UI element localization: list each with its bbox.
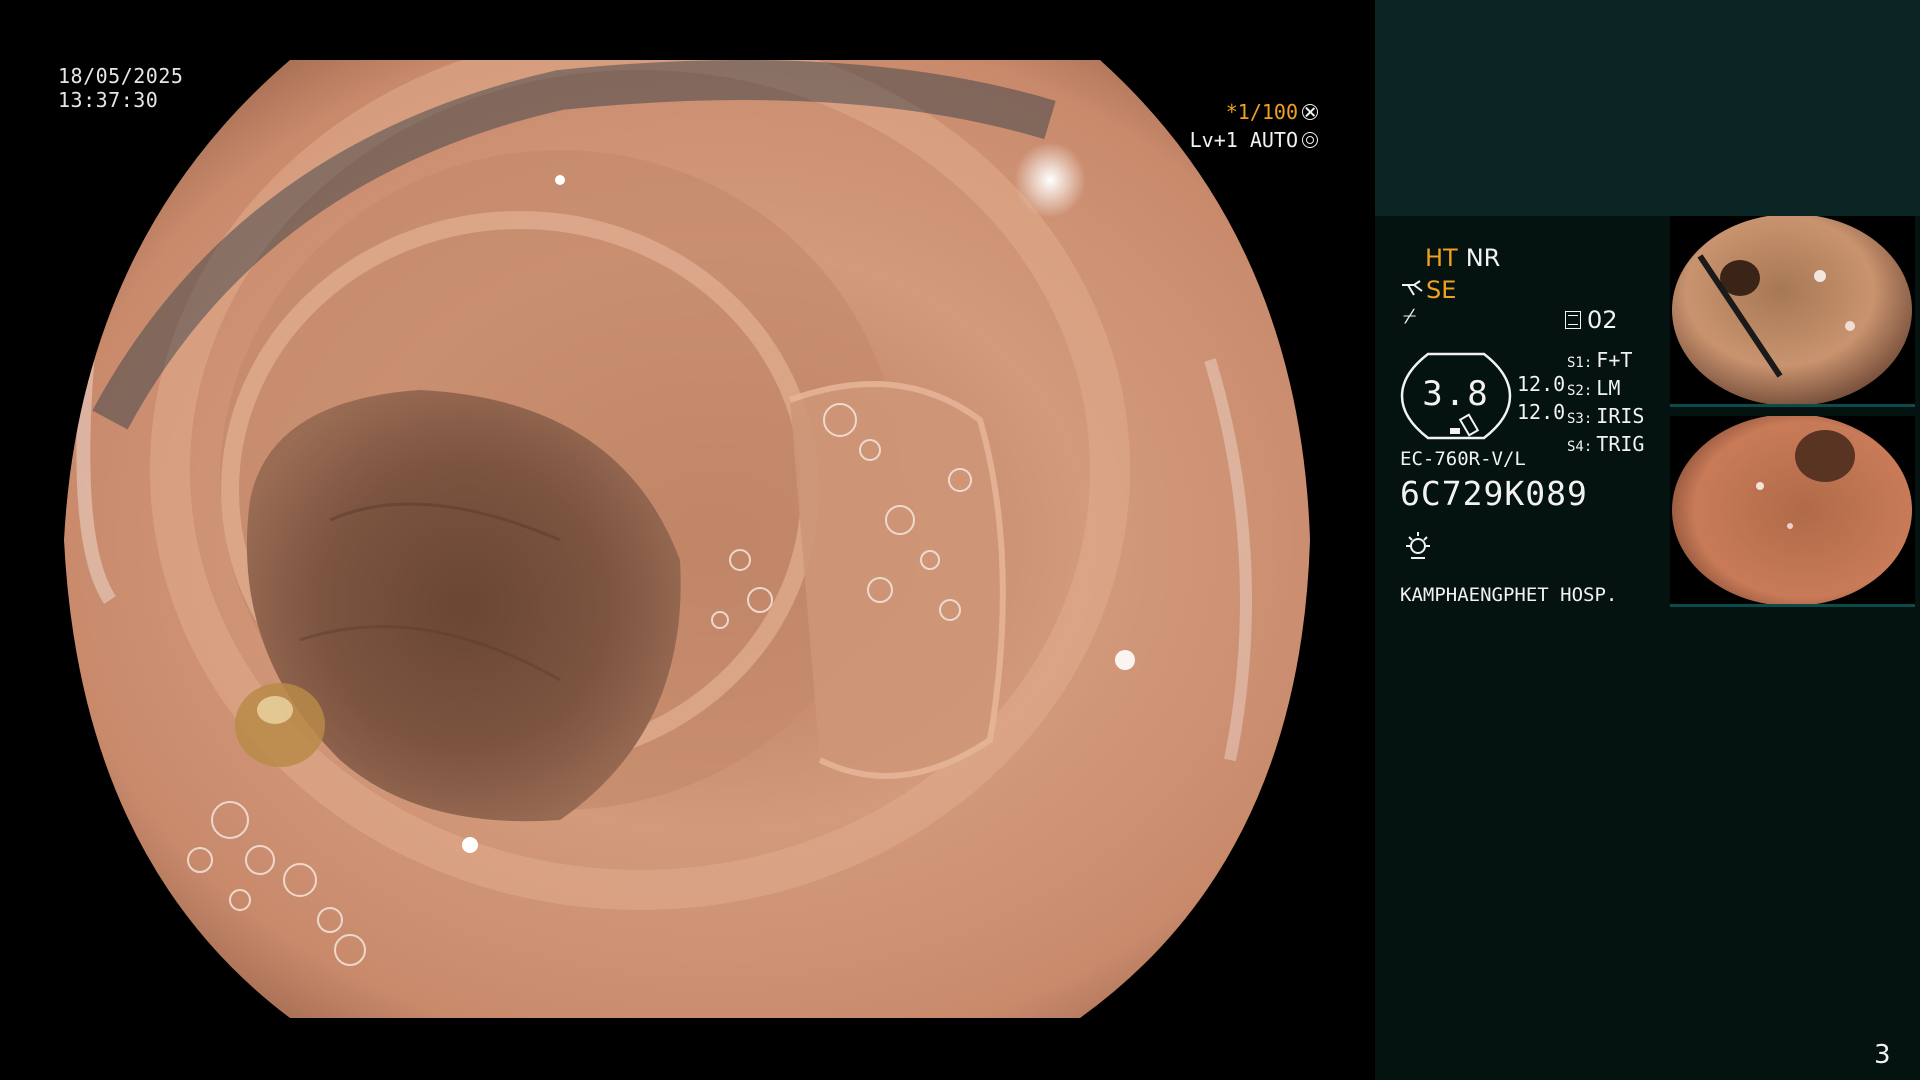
mode-ht-label: HT — [1425, 244, 1458, 272]
setting-s2: S2: LM — [1567, 376, 1644, 404]
captured-image-thumbnail[interactable] — [1670, 216, 1915, 407]
thumbnail-image — [1670, 416, 1915, 604]
image-mode-row: HT NR — [1425, 244, 1500, 272]
shutter-speed-indicator: *1/100 — [1118, 99, 1318, 125]
captured-image-thumbnail[interactable] — [1670, 416, 1915, 607]
auto-iris-icon — [1302, 132, 1318, 148]
channel-number: 02 — [1587, 306, 1618, 334]
colon-lumen-image — [0, 0, 1375, 1080]
mode-nr-label: NR — [1465, 244, 1501, 272]
se-label: SE — [1426, 276, 1457, 304]
scissors-icon — [1402, 280, 1423, 296]
light-source-icon — [1406, 532, 1430, 559]
gauge-value: 3.8 — [1422, 374, 1490, 414]
stiffness-gauge: 3.8 — [1400, 352, 1512, 440]
channel-row: 02 — [1565, 306, 1618, 334]
value-row-1: 12.0 — [1517, 372, 1566, 396]
shutter-speed-text: *1/100 — [1225, 100, 1298, 124]
flexibility-icon: ⌿ — [1403, 304, 1417, 329]
setting-s3: S3: IRIS — [1567, 404, 1644, 432]
thumbnail-image — [1670, 216, 1915, 404]
switch-settings-list: S1: F+T S2: LM S3: IRIS S4: TRIG — [1567, 348, 1644, 460]
value-row-2: 12.0 — [1517, 400, 1566, 424]
endoscopy-monitor-screen: 18/05/2025 13:37:30 *1/100 Lv+1 AUTO HT … — [0, 0, 1920, 1080]
shutter-icon — [1302, 104, 1318, 120]
magnification-values: 12.0 12.0 — [1517, 370, 1565, 426]
info-panel: HT NR SE ⌿ 02 3.8 12.0 12.0 S1: F+T S2: … — [1375, 0, 1920, 1080]
setting-key: S2: — [1567, 383, 1593, 399]
scope-model: EC-760R-V/L — [1400, 448, 1526, 470]
setting-s4: S4: TRIG — [1567, 432, 1644, 460]
setting-key: S4: — [1567, 439, 1593, 455]
date-readout: 18/05/2025 — [58, 64, 184, 88]
setting-key: S1: — [1567, 355, 1593, 371]
page-number: 3 — [1874, 1040, 1891, 1070]
setting-value: LM — [1596, 376, 1621, 400]
scope-serial-number: 6C729K089 — [1400, 474, 1588, 513]
endoscope-live-view: 18/05/2025 13:37:30 *1/100 Lv+1 AUTO — [0, 0, 1375, 1080]
time-readout: 13:37:30 — [58, 88, 159, 112]
setting-value: IRIS — [1596, 404, 1645, 428]
hospital-name: KAMPHAENGPHET HOSP. — [1400, 584, 1618, 606]
structure-enhancement-row: SE — [1400, 276, 1456, 304]
setting-s1: S1: F+T — [1567, 348, 1644, 376]
setting-key: S3: — [1567, 411, 1593, 427]
iris-level-indicator: Lv+1 AUTO — [1118, 127, 1318, 153]
setting-value: F+T — [1596, 348, 1633, 372]
iris-level-text: Lv+1 AUTO — [1189, 128, 1298, 152]
setting-value: TRIG — [1596, 432, 1645, 456]
panel-header-area — [1375, 0, 1920, 216]
memo-icon — [1565, 311, 1581, 329]
